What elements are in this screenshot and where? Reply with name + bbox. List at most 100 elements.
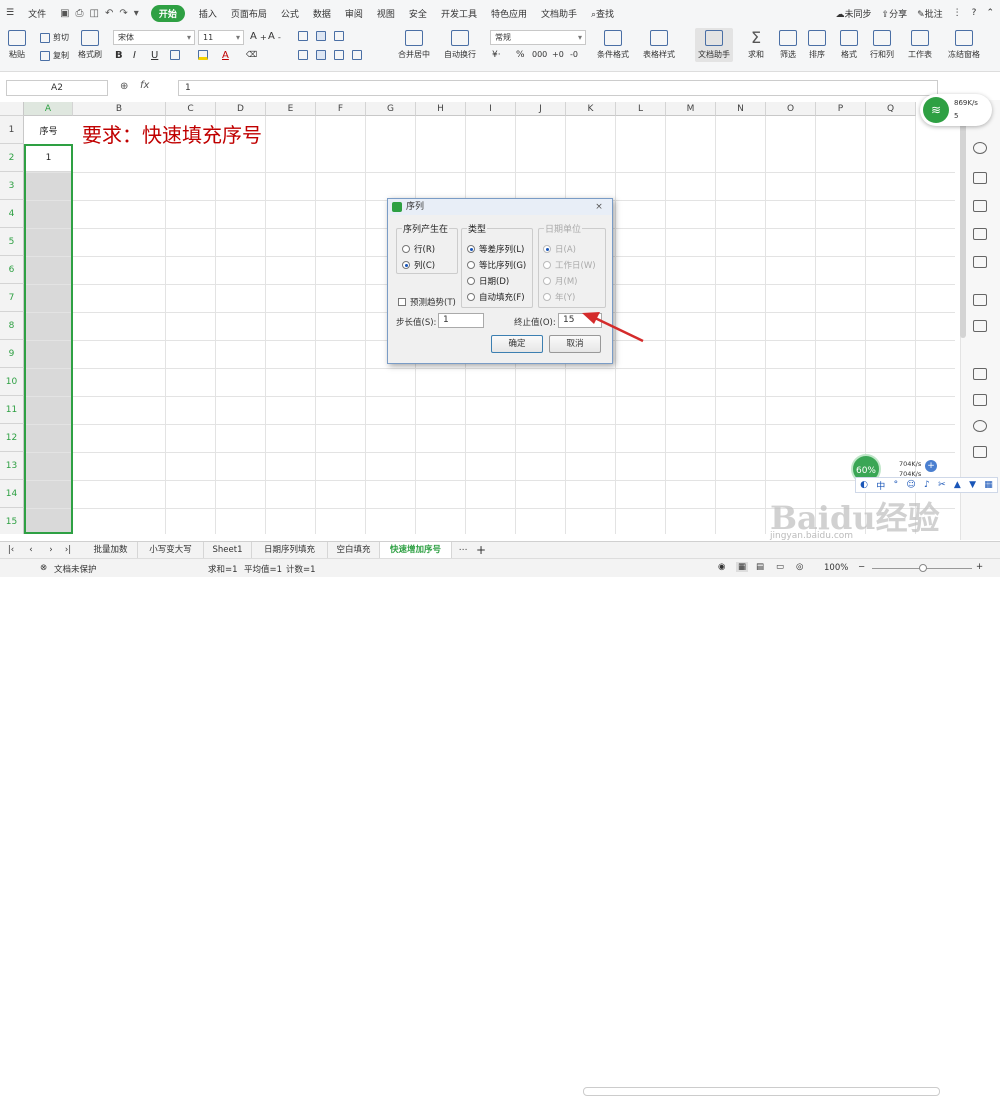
sheet-tab[interactable]: 日期序列填充 bbox=[252, 542, 328, 559]
radio-linear[interactable]: 等差序列(L) bbox=[467, 243, 524, 255]
sort-button[interactable]: 排序 bbox=[808, 30, 826, 60]
row-header-3[interactable]: 3 bbox=[0, 172, 24, 200]
font-select[interactable]: 宋体 bbox=[113, 30, 195, 45]
format-button[interactable]: 格式 bbox=[840, 30, 858, 60]
format-painter-button[interactable]: 格式刷 bbox=[78, 30, 102, 60]
align-middle-button[interactable] bbox=[316, 31, 326, 41]
col-header-O[interactable]: O bbox=[766, 102, 816, 116]
zoom-icon[interactable]: ⊕ bbox=[120, 81, 128, 92]
preview-icon[interactable]: ◫ bbox=[90, 8, 99, 19]
doc-icon[interactable] bbox=[973, 294, 987, 306]
chevron-down-icon[interactable]: ▾ bbox=[134, 8, 139, 19]
cell-A2[interactable]: 1 bbox=[24, 153, 73, 163]
stop-input[interactable]: 15 bbox=[558, 313, 602, 328]
col-header-F[interactable]: F bbox=[316, 102, 366, 116]
decrease-decimal-button[interactable]: -0 bbox=[570, 50, 578, 59]
prev-sheet-icon[interactable]: ‹ bbox=[24, 542, 38, 559]
first-sheet-icon[interactable]: |‹ bbox=[4, 542, 18, 559]
ime-emoji-icon[interactable]: ☺ bbox=[906, 480, 915, 490]
ime-logo-icon[interactable]: ◐ bbox=[860, 480, 868, 490]
tab-doc-helper[interactable]: 文档助手 bbox=[541, 7, 577, 20]
thousands-button[interactable]: 000 bbox=[532, 50, 547, 59]
ime-user-icon[interactable]: ▲ bbox=[954, 480, 961, 490]
col-header-K[interactable]: K bbox=[566, 102, 616, 116]
row-header-9[interactable]: 9 bbox=[0, 340, 24, 368]
print-icon[interactable]: ⎙ bbox=[76, 8, 84, 19]
col-header-I[interactable]: I bbox=[466, 102, 516, 116]
tab-security[interactable]: 安全 bbox=[409, 7, 427, 20]
row-header-4[interactable]: 4 bbox=[0, 200, 24, 228]
copy-button[interactable]: 复制 bbox=[40, 50, 69, 61]
rowcol-button[interactable]: 行和列 bbox=[870, 30, 894, 60]
currency-button[interactable]: ¥· bbox=[492, 50, 501, 60]
row-header-8[interactable]: 8 bbox=[0, 312, 24, 340]
help-icon[interactable]: ? bbox=[972, 8, 977, 18]
tab-review[interactable]: 审阅 bbox=[345, 7, 363, 20]
row-header-10[interactable]: 10 bbox=[0, 368, 24, 396]
tab-features[interactable]: 特色应用 bbox=[491, 7, 527, 20]
formula-input[interactable]: 1 bbox=[178, 80, 938, 96]
sum-button[interactable]: Σ 求和 bbox=[747, 30, 765, 60]
tab-insert[interactable]: 插入 bbox=[199, 7, 217, 20]
fx-icon[interactable]: fx bbox=[140, 80, 149, 91]
fill-color-button[interactable] bbox=[198, 50, 208, 60]
row-header-13[interactable]: 13 bbox=[0, 452, 24, 480]
last-sheet-icon[interactable]: ›| bbox=[60, 542, 76, 559]
select-all[interactable] bbox=[0, 102, 24, 116]
tab-view[interactable]: 视图 bbox=[377, 7, 395, 20]
tab-developer[interactable]: 开发工具 bbox=[441, 7, 477, 20]
normal-view-icon[interactable]: ▦ bbox=[736, 562, 749, 572]
trend-checkbox[interactable]: 预测趋势(T) bbox=[398, 296, 456, 308]
sync-status[interactable]: ☁未同步 bbox=[836, 7, 872, 20]
eye-icon[interactable]: ◉ bbox=[718, 562, 725, 572]
more-icon[interactable]: ⋮ bbox=[953, 8, 962, 18]
row-header-2[interactable]: 2 bbox=[0, 144, 24, 172]
italic-button[interactable]: I bbox=[133, 50, 136, 61]
col-header-J[interactable]: J bbox=[516, 102, 566, 116]
chart-icon[interactable] bbox=[973, 228, 987, 240]
col-header-G[interactable]: G bbox=[366, 102, 416, 116]
freeze-button[interactable]: 冻结窗格 bbox=[948, 30, 980, 60]
table-style-button[interactable]: 表格样式 bbox=[643, 30, 675, 60]
col-header-M[interactable]: M bbox=[666, 102, 716, 116]
align-left-button[interactable] bbox=[298, 50, 308, 60]
redo-icon[interactable]: ↷ bbox=[119, 8, 127, 19]
cut-button[interactable]: 剪切 bbox=[40, 32, 69, 43]
page-view-icon[interactable]: ▤ bbox=[756, 562, 764, 572]
row-header-14[interactable]: 14 bbox=[0, 480, 24, 508]
vertical-scrollbar[interactable] bbox=[960, 108, 966, 338]
col-header-E[interactable]: E bbox=[266, 102, 316, 116]
history-icon[interactable] bbox=[973, 420, 987, 432]
row-header-6[interactable]: 6 bbox=[0, 256, 24, 284]
sheet-tab[interactable]: 批量加数 bbox=[84, 542, 138, 559]
font-grow-button[interactable]: A + bbox=[250, 31, 267, 42]
comment-button[interactable]: ✎批注 bbox=[917, 7, 943, 20]
zoom-in-icon[interactable]: + bbox=[976, 562, 983, 572]
page-break-icon[interactable]: ▭ bbox=[776, 562, 784, 572]
close-button[interactable]: × bbox=[590, 201, 608, 213]
save-icon[interactable]: ▣ bbox=[60, 8, 69, 19]
radio-autofill[interactable]: 自动填充(F) bbox=[467, 291, 525, 303]
network-widget[interactable]: ≋ 869K/s 5 bbox=[920, 94, 992, 126]
ime-skin-icon[interactable]: ▼ bbox=[969, 480, 976, 490]
ime-menu-icon[interactable]: ▦ bbox=[984, 480, 993, 490]
row-header-15[interactable]: 15 bbox=[0, 508, 24, 534]
ime-tool-icon[interactable]: ✂ bbox=[938, 480, 946, 490]
help-panel-icon[interactable] bbox=[973, 446, 987, 458]
next-sheet-icon[interactable]: › bbox=[44, 542, 58, 559]
col-header-D[interactable]: D bbox=[216, 102, 266, 116]
grid-icon[interactable] bbox=[973, 200, 987, 212]
cell-A1[interactable]: 序号 bbox=[24, 124, 73, 137]
sheet-tab[interactable]: Sheet1 bbox=[204, 542, 252, 559]
read-mode-icon[interactable]: ◎ bbox=[796, 562, 803, 572]
layers-icon[interactable] bbox=[973, 256, 987, 268]
align-right-button[interactable] bbox=[334, 50, 344, 60]
ime-lang-icon[interactable]: 中 bbox=[876, 479, 885, 492]
border-button[interactable] bbox=[170, 50, 180, 60]
col-header-A[interactable]: A bbox=[24, 102, 73, 116]
tab-formula[interactable]: 公式 bbox=[281, 7, 299, 20]
step-input[interactable]: 1 bbox=[438, 313, 484, 328]
row-header-7[interactable]: 7 bbox=[0, 284, 24, 312]
more-sheets-icon[interactable]: ⋯ bbox=[455, 542, 471, 559]
percent-button[interactable]: % bbox=[516, 50, 525, 60]
